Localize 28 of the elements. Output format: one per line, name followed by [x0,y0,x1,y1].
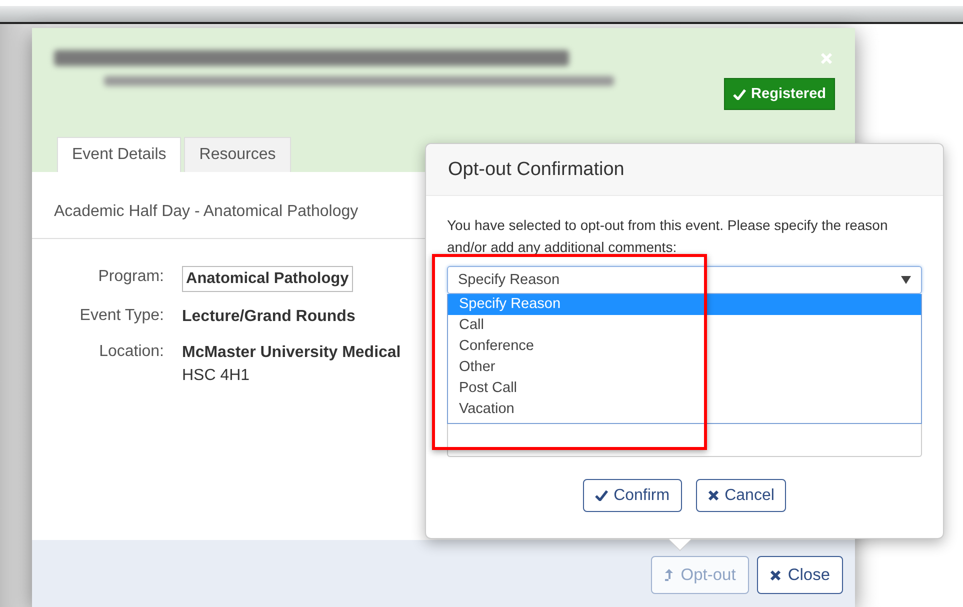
tab[interactable]: Resources [184,137,291,172]
field-value: McMaster University Medical [182,343,401,363]
dropdown-option[interactable]: Call [448,315,921,336]
upload-arrow-icon [664,568,674,582]
dropdown-option[interactable]: Vacation [448,399,921,420]
tab[interactable]: Event Details [57,137,182,172]
cancel-button[interactable]: Cancel [696,479,786,512]
field-label: Event Type: [78,306,164,325]
caret-icon [901,276,911,284]
popover-title: Opt-out Confirmation [448,159,624,180]
comments-field[interactable] [447,424,922,457]
dropdown-option[interactable]: Post Call [448,378,921,399]
field-value: Lecture/Grand Rounds [182,307,356,327]
field-label: Program: [97,267,164,286]
event-description: Academic Half Day - Anatomical Pathology [54,203,358,220]
field-value: HSC 4H1 [182,366,250,386]
status-badge: Registered [724,78,835,110]
close-button[interactable]: Close [756,556,843,594]
dropdown-option[interactable]: Conference [448,336,921,357]
dropdown-option[interactable]: Other [448,357,921,378]
close-icon [770,570,781,580]
check-icon [594,490,608,501]
confirm-button[interactable]: Confirm [582,479,682,512]
check-icon [733,88,746,100]
field-value: Anatomical Pathology [182,266,353,292]
opt-out-message: You have selected to opt-out from this event. Please specify the reason and/or add any additional comments: [447,216,889,257]
close-icon [708,490,719,501]
field-label: Location: [98,342,164,361]
